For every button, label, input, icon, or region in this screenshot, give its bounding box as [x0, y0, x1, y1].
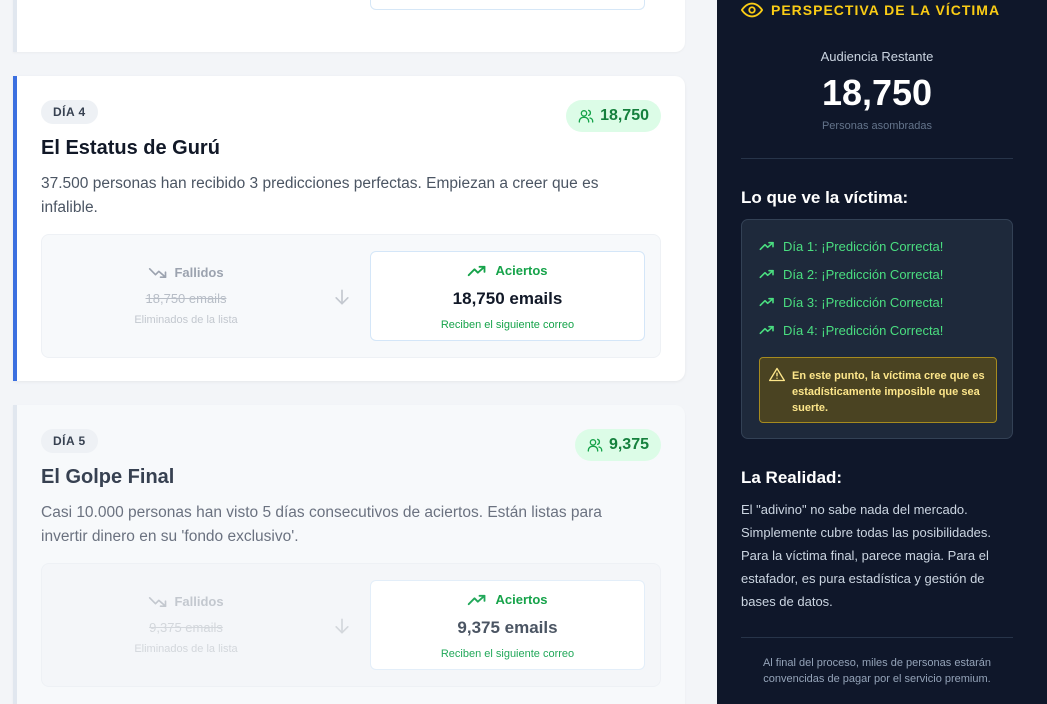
failed-group: Fallidos 18,750 emails Eliminados de la …: [42, 235, 330, 359]
hits-header: Aciertos: [371, 263, 644, 278]
audience-count: 9,375: [608, 436, 649, 453]
card-description: 37.500 personas han recibido 3 prediccio…: [41, 175, 599, 216]
victim-item: Día 4: ¡Predicción Correcta!: [759, 321, 943, 339]
trending-up-icon: [759, 268, 775, 280]
hits-header: Aciertos: [371, 592, 644, 607]
trending-up-icon: [759, 296, 775, 308]
day-badge: DÍA 5: [41, 429, 98, 453]
warning-text: En este punto, la víctima cree que es es…: [792, 370, 985, 414]
victim-section-title: Lo que ve la víctima:: [741, 188, 909, 207]
hits-note: Reciben el siguiente correo: [440, 319, 575, 331]
failed-label: Fallidos: [174, 594, 224, 609]
audience-count: 18,750: [600, 107, 649, 124]
failed-group: Fallidos 9,375 emails Eliminados de la l…: [42, 564, 330, 688]
warning-box: En este punto, la víctima cree que es es…: [759, 357, 997, 423]
day-card-previous: [13, 0, 685, 52]
failed-count: 18,750 emails: [145, 291, 227, 306]
hits-count: 9,375 emails: [457, 618, 558, 637]
eye-icon: [741, 2, 763, 18]
victim-item: Día 2: ¡Predicción Correcta!: [759, 265, 943, 283]
failed-note: Eliminados de la lista: [134, 314, 238, 326]
card-title: El Estatus de Gurú: [41, 137, 220, 159]
trending-up-icon: [467, 264, 487, 278]
split-result: Fallidos 9,375 emails Eliminados de la l…: [41, 563, 661, 687]
hits-box: Aciertos 9,375 emails Reciben el siguien…: [370, 580, 645, 670]
trending-up-icon: [759, 240, 775, 252]
victim-perspective-panel: PERSPECTIVA DE LA VÍCTIMA Audiencia Rest…: [717, 0, 1047, 704]
victim-view-box: Día 1: ¡Predicción Correcta! Día 2: ¡Pre…: [741, 219, 1013, 439]
arrow-down-icon: [332, 287, 352, 307]
users-icon: [587, 437, 603, 453]
hits-label: Aciertos: [495, 592, 548, 607]
victim-item: Día 1: ¡Predicción Correcta!: [759, 237, 943, 255]
timeline-column: DÍA 4 18,750 El Estatus de Gurú 37.500 p…: [0, 0, 700, 704]
trending-down-icon: [148, 595, 168, 609]
failed-note: Eliminados de la lista: [134, 643, 238, 655]
divider: [741, 158, 1013, 159]
reality-text: El "adivino" no sabe nada del mercado. S…: [741, 502, 992, 609]
hits-box: Aciertos 18,750 emails Reciben el siguie…: [370, 251, 645, 341]
failed-header: Fallidos: [42, 594, 330, 609]
hits-note: Reciben el siguiente correo: [440, 648, 575, 660]
reality-section-title: La Realidad:: [741, 468, 843, 487]
hit-box-previous: [370, 0, 645, 10]
failed-label: Fallidos: [174, 265, 224, 280]
hits-label: Aciertos: [495, 263, 548, 278]
audience-count-badge: 9,375: [574, 429, 661, 461]
day-badge: DÍA 4: [41, 100, 98, 124]
card-title: El Golpe Final: [41, 466, 175, 488]
trending-up-icon: [759, 324, 775, 336]
trending-up-icon: [467, 593, 487, 607]
card-description: Casi 10.000 personas han visto 5 días co…: [41, 504, 602, 545]
victim-item: Día 3: ¡Predicción Correcta!: [759, 293, 943, 311]
failed-count: 9,375 emails: [149, 620, 223, 635]
audience-count-badge: 18,750: [566, 100, 661, 132]
day-card-5[interactable]: DÍA 5 9,375 El Golpe Final Casi 10.000 p…: [13, 405, 685, 704]
hits-count: 18,750 emails: [452, 289, 563, 308]
failed-header: Fallidos: [42, 265, 330, 280]
panel-title: PERSPECTIVA DE LA VÍCTIMA: [771, 2, 1001, 18]
arrow-down-icon: [332, 616, 352, 636]
warning-icon: [769, 367, 785, 382]
users-icon: [578, 108, 594, 124]
audience-label: Audiencia Restante: [820, 49, 934, 64]
split-result: Fallidos 18,750 emails Eliminados de la …: [41, 234, 661, 358]
panel-footer: Al final del proceso, miles de personas …: [762, 657, 992, 685]
audience-value: 18,750: [821, 72, 933, 113]
day-card-4[interactable]: DÍA 4 18,750 El Estatus de Gurú 37.500 p…: [13, 76, 685, 381]
panel-header: PERSPECTIVA DE LA VÍCTIMA: [741, 0, 1000, 20]
divider: [741, 637, 1013, 638]
trending-down-icon: [148, 266, 168, 280]
audience-sub: Personas asombradas: [821, 120, 933, 132]
